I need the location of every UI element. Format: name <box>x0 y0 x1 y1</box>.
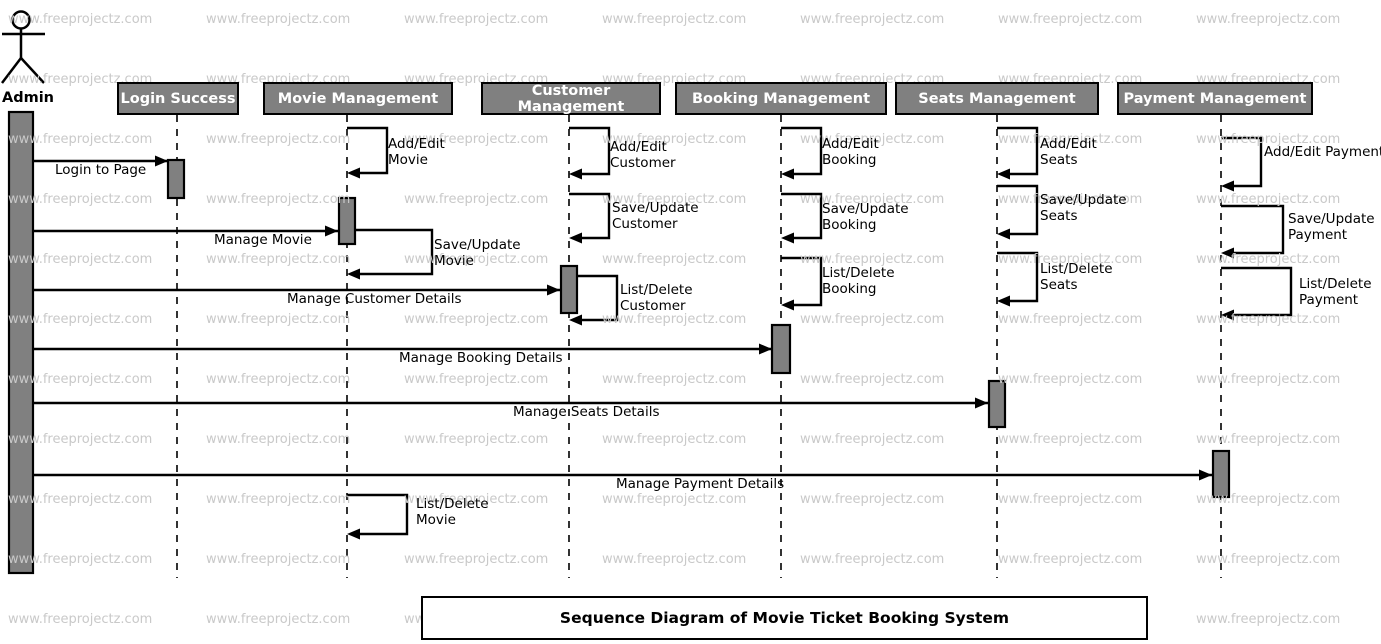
self-call-arrowhead-s14 <box>1221 247 1234 259</box>
self-call-arrowhead-s2 <box>347 268 360 280</box>
self-call-label-s5: Save/Update Customer <box>612 200 699 232</box>
actor-label: Admin <box>2 90 55 106</box>
lifeline-header-label: Movie Management <box>277 90 439 107</box>
activation-bar-seats[interactable] <box>987 379 1007 429</box>
diagram-title-bar: Sequence Diagram of Movie Ticket Booking… <box>421 596 1148 640</box>
self-call-arrowhead-s4 <box>569 168 582 180</box>
message-label-m5: Manage Seats Details <box>513 404 660 420</box>
self-call-label-s10: Add/Edit Seats <box>1040 136 1097 168</box>
self-call-path-s15 <box>1221 266 1293 317</box>
self-call-path-s4 <box>569 126 611 176</box>
self-call-path-s14 <box>1221 204 1285 255</box>
self-call-arrowhead-s3 <box>347 528 360 540</box>
self-call-arrowhead-s9 <box>781 299 794 311</box>
lifeline-header-customer[interactable]: Customer Management <box>481 82 661 115</box>
self-call-arrowhead-s12 <box>997 295 1010 307</box>
self-call-path-s11 <box>997 184 1039 236</box>
self-call-arrowhead-s6 <box>569 314 582 326</box>
self-call-path-s13 <box>1221 136 1263 188</box>
actor-stick-figure-icon <box>1 10 45 84</box>
activation-bar-payment[interactable] <box>1211 449 1231 499</box>
activation-bar-booking[interactable] <box>770 323 792 375</box>
self-call-label-s3: List/Delete Movie <box>416 496 489 528</box>
self-call-label-s2: Save/Update Movie <box>434 237 521 269</box>
self-call-arrowhead-s15 <box>1221 309 1234 321</box>
self-call-arrowhead-s10 <box>997 168 1010 180</box>
self-call-path-s2 <box>347 228 434 276</box>
lifeline-header-label: Seats Management <box>918 90 1076 107</box>
self-call-path-s7 <box>781 126 823 176</box>
lifeline-dashes <box>176 115 1222 578</box>
self-call-arrowhead-s7 <box>781 168 794 180</box>
diagram-title: Sequence Diagram of Movie Ticket Booking… <box>559 609 1010 627</box>
self-call-label-s11: Save/Update Seats <box>1040 192 1127 224</box>
lifeline-header-label: Customer Management <box>517 82 625 115</box>
lifeline-header-payment[interactable]: Payment Management <box>1117 82 1313 115</box>
message-label-m4: Manage Booking Details <box>399 350 563 366</box>
self-call-arrowhead-s11 <box>997 228 1010 240</box>
lifeline-header-login[interactable]: Login Success <box>117 82 239 115</box>
self-call-label-s7: Add/Edit Booking <box>822 136 879 168</box>
activation-bars-layer <box>7 110 1231 575</box>
self-call-arrowhead-s5 <box>569 232 582 244</box>
lifeline-header-seats[interactable]: Seats Management <box>895 82 1099 115</box>
self-call-path-s3 <box>347 493 409 536</box>
self-call-path-s9 <box>781 256 823 307</box>
self-call-label-s8: Save/Update Booking <box>822 201 909 233</box>
lifeline-header-label: Booking Management <box>691 90 871 107</box>
self-call-label-s13: Add/Edit Payment <box>1264 144 1381 160</box>
activation-bar-login[interactable] <box>166 158 186 200</box>
message-label-m1: Login to Page <box>55 162 147 178</box>
self-call-arrowhead-s8 <box>781 232 794 244</box>
self-call-label-s6: List/Delete Customer <box>620 282 693 314</box>
self-call-path-s5 <box>569 192 611 240</box>
self-call-path-s12 <box>997 251 1039 303</box>
self-call-label-s14: Save/Update Payment <box>1288 211 1375 243</box>
activation-bar-movie[interactable] <box>337 196 357 246</box>
message-label-m3: Manage Customer Details <box>287 291 462 307</box>
self-call-path-s10 <box>997 126 1039 176</box>
lifeline-header-label: Login Success <box>120 90 236 107</box>
self-call-label-s15: List/Delete Payment <box>1299 276 1372 308</box>
self-call-path-s8 <box>781 192 823 240</box>
self-calls-layer <box>347 126 1293 540</box>
sequence-diagram-canvas: www.freeprojectz.com www.freeprojectz.com… <box>0 0 1381 644</box>
self-call-label-s9: List/Delete Booking <box>822 265 895 297</box>
self-call-arrowhead-s1 <box>347 167 360 179</box>
self-call-label-s4: Add/Edit Customer <box>610 139 676 171</box>
activation-bar-actor[interactable] <box>7 110 35 575</box>
self-call-label-s1: Add/Edit Movie <box>388 136 445 168</box>
lifeline-header-label: Payment Management <box>1123 90 1307 107</box>
lifeline-header-movie[interactable]: Movie Management <box>263 82 453 115</box>
message-label-m6: Manage Payment Details <box>616 476 785 492</box>
self-call-path-s1 <box>347 126 389 175</box>
self-call-label-s12: List/Delete Seats <box>1040 261 1113 293</box>
self-call-arrowhead-s13 <box>1221 180 1234 192</box>
lifeline-header-booking[interactable]: Booking Management <box>675 82 887 115</box>
message-label-m2: Manage Movie <box>214 232 312 248</box>
activation-bar-customer[interactable] <box>559 264 579 315</box>
